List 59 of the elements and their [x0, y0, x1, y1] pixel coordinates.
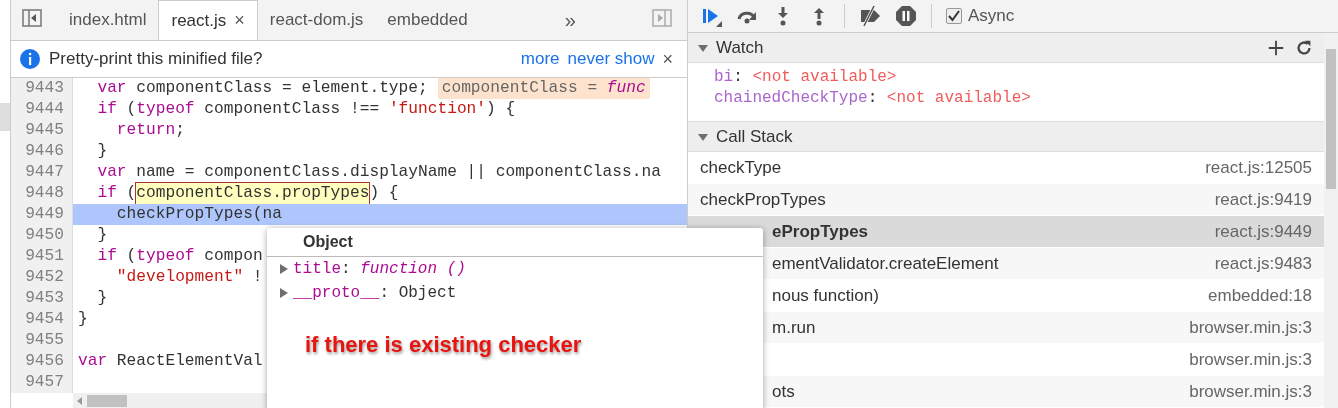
- line-number: 9456: [11, 351, 73, 372]
- info-icon: [19, 48, 41, 70]
- sidebar-toggle-icon[interactable]: [21, 6, 43, 29]
- file-tab[interactable]: react-dom.js: [257, 0, 376, 40]
- expand-arrow-icon[interactable]: [279, 264, 289, 274]
- line-number: 9452: [11, 267, 73, 288]
- watch-expression: chainedCheckType: <not available>: [714, 88, 1032, 109]
- line-number: 9443: [11, 78, 73, 99]
- code-line: var name = componentClass.displayName || componentClass.na: [96, 162, 661, 183]
- line-number: 9453: [11, 288, 73, 309]
- popover-title: Object: [303, 233, 353, 251]
- overflow-tabs-button[interactable]: »: [544, 8, 576, 32]
- code-line: var ReactElementVal: [77, 351, 263, 372]
- async-checkbox[interactable]: Async: [946, 6, 1015, 26]
- expand-arrow-icon[interactable]: [279, 288, 289, 298]
- checkmark-icon: [948, 10, 960, 22]
- file-tab[interactable]: embedded: [375, 0, 480, 40]
- code-line: }: [96, 225, 108, 246]
- line-number: 9455: [11, 330, 73, 351]
- code-line: }: [77, 309, 88, 330]
- expand-arrow-icon[interactable]: [698, 42, 708, 53]
- line-number: 9446: [11, 141, 73, 162]
- infobar-link[interactable]: more: [520, 49, 560, 69]
- line-number: 9445: [11, 120, 73, 141]
- line-number: 9444: [11, 99, 73, 120]
- line-number: 9447: [11, 162, 73, 183]
- code-line: return;: [115, 120, 185, 141]
- infobar-message: Pretty-print this minified file?: [49, 49, 264, 69]
- code-line: }: [96, 288, 108, 309]
- object-property[interactable]: __proto__: Object: [293, 284, 457, 302]
- line-number: 9450: [11, 225, 73, 246]
- pause-exceptions-icon[interactable]: [895, 5, 917, 27]
- infobar-link[interactable]: never show: [567, 49, 655, 69]
- line-number: 9448: [11, 183, 73, 204]
- code-line: "development" !: [115, 267, 263, 288]
- code-line: if (typeof componentClass !== 'function') {: [96, 99, 516, 120]
- code-line: if (componentClass.propTypes) {: [96, 183, 399, 204]
- line-number: 9451: [11, 246, 73, 267]
- annotation-text: if there is existing checker: [305, 332, 582, 358]
- scrollbar-thumb[interactable]: [87, 394, 127, 407]
- code-line: checkPropTypes(na: [115, 204, 282, 225]
- page-gutter-block: [0, 103, 10, 131]
- code-line: }: [96, 141, 108, 162]
- watch-expression: bi: <not available>: [714, 67, 898, 88]
- call-frame[interactable]: ePropTypes react.js:9449: [688, 216, 1324, 248]
- line-number: 9449: [11, 204, 73, 225]
- panel-toggle-icon[interactable]: [651, 6, 673, 29]
- deactivate-breakpoints-icon[interactable]: [859, 5, 881, 27]
- close-button[interactable]: ×: [662, 48, 673, 70]
- expand-arrow-icon[interactable]: [698, 131, 708, 142]
- file-tab[interactable]: react.js ×: [158, 0, 258, 40]
- vertical-scrollbar[interactable]: [1324, 33, 1338, 408]
- call-frame[interactable]: checkPropTypes react.js:9419: [688, 184, 1324, 216]
- code-line: if (typeof compon: [96, 246, 263, 267]
- object-property[interactable]: title: function (): [293, 260, 466, 278]
- code-line: var componentClass = element.type; componentClass = func: [73, 78, 650, 99]
- line-number: 9454: [11, 309, 73, 330]
- file-tab[interactable]: index.html: [57, 0, 159, 40]
- line-number: 9457: [11, 372, 73, 393]
